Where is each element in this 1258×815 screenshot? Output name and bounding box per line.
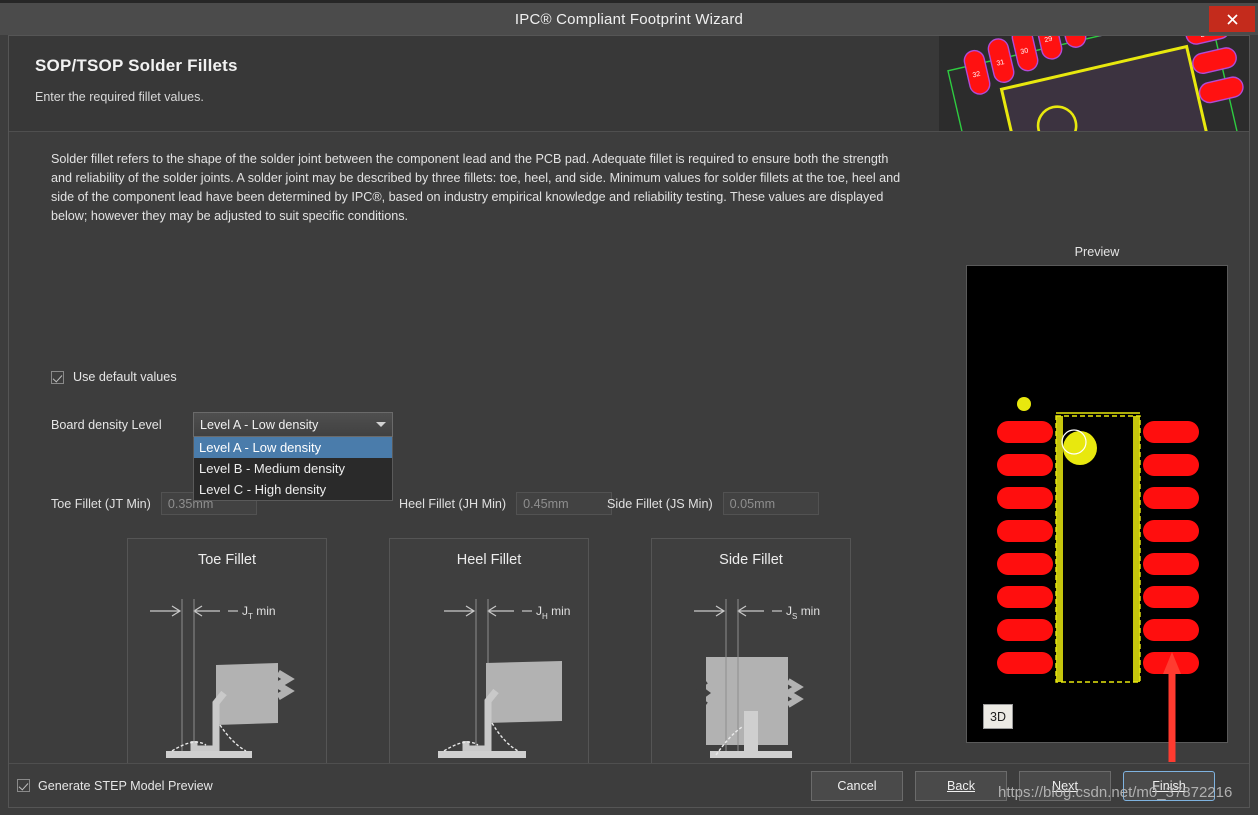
next-button[interactable]: Next	[1019, 770, 1111, 801]
heel-fillet-panel: Heel Fillet JH min	[389, 538, 589, 774]
toe-panel-title: Toe Fillet	[197, 552, 257, 568]
content-area: Solder fillet refers to the shape of the…	[9, 132, 1249, 774]
density-option-a[interactable]: Level A - Low density	[194, 437, 392, 458]
side-fillet-label: Side Fillet (JS Min)	[607, 496, 713, 511]
heel-fillet-input[interactable]	[516, 492, 613, 515]
generate-step-label: Generate STEP Model Preview	[38, 778, 213, 793]
toe-fillet-diagram: JT min	[150, 599, 295, 758]
use-default-values-checkbox[interactable]	[51, 370, 64, 384]
side-fillet-input[interactable]	[722, 492, 819, 515]
dialog-body: SOP/TSOP Solder Fillets Enter the requir…	[8, 35, 1250, 808]
heel-fillet-diagram: JH min	[438, 599, 570, 758]
heel-symbol: JH min	[536, 604, 570, 621]
description-paragraph: Solder fillet refers to the shape of the…	[51, 152, 901, 223]
dialog-footer: Generate STEP Model Preview Cancel Back …	[9, 763, 1249, 807]
preview-label: Preview	[1074, 245, 1120, 259]
use-default-values-label: Use default values	[73, 370, 177, 384]
density-option-c[interactable]: Level C - High density	[194, 479, 392, 500]
board-density-select[interactable]: Level A - Low density	[193, 412, 393, 437]
window-title: IPC® Compliant Footprint Wizard	[514, 10, 744, 28]
side-fillet-field: Side Fillet (JS Min)	[607, 492, 819, 515]
board-density-label: Board density Level	[51, 417, 162, 432]
finish-button[interactable]: Finish	[1123, 770, 1215, 801]
footer-buttons: Cancel Back Next Finish	[811, 770, 1215, 801]
wizard-window: IPC® Compliant Footprint Wizard SOP/TSOP…	[0, 0, 1258, 815]
heel-fillet-label: Heel Fillet (JH Min)	[399, 496, 507, 511]
header-artwork: 32 31 30 29 28 27 26 25 24 1	[939, 36, 1249, 131]
toe-fillet-panel: Toe Fillet JT min	[127, 538, 327, 774]
side-fillet-panel: Side Fillet JS min	[651, 538, 851, 774]
toggle-3d-button[interactable]: 3D	[983, 704, 1013, 729]
header-footprint-illustration: 32 31 30 29 28 27 26 25 24 1	[939, 36, 1249, 131]
heel-fillet-field: Heel Fillet (JH Min)	[399, 492, 613, 515]
next-label: Next	[1052, 778, 1078, 793]
board-density-row: Board density Level Level A - Low densit…	[51, 412, 393, 501]
toe-symbol: JT min	[242, 604, 276, 621]
fillet-annotation-arrow	[1163, 652, 1181, 762]
heel-panel-title: Heel Fillet	[456, 552, 522, 568]
footprint-preview[interactable]: 3D	[966, 265, 1228, 743]
header-text-group: SOP/TSOP Solder Fillets Enter the requir…	[35, 56, 238, 104]
close-icon[interactable]	[1209, 6, 1255, 32]
density-option-b[interactable]: Level B - Medium density	[194, 458, 392, 479]
toe-fillet-label: Toe Fillet (JT Min)	[51, 496, 151, 511]
generate-step-checkbox[interactable]	[17, 779, 30, 792]
finish-label: Finish	[1152, 778, 1186, 793]
close-glyph	[1226, 13, 1238, 25]
back-label: Back	[947, 778, 975, 793]
cancel-button[interactable]: Cancel	[811, 770, 903, 801]
board-density-combo-wrap: Level A - Low density Level A - Low dens…	[193, 412, 393, 501]
chevron-down-icon	[376, 422, 386, 427]
page-subtitle: Enter the required fillet values.	[35, 90, 204, 104]
use-default-values-row[interactable]: Use default values	[51, 370, 177, 384]
back-button[interactable]: Back	[915, 770, 1007, 801]
title-bar: IPC® Compliant Footprint Wizard	[0, 3, 1258, 35]
fillet-diagram-panels: Toe Fillet JT min Heel Fillet JH min Sid…	[127, 538, 851, 774]
side-panel-title: Side Fillet	[719, 552, 783, 568]
side-fillet-diagram: JS min	[693, 599, 820, 758]
header-band: SOP/TSOP Solder Fillets Enter the requir…	[9, 36, 1249, 132]
footprint-preview-canvas	[967, 266, 1227, 742]
generate-step-row[interactable]: Generate STEP Model Preview	[17, 779, 213, 793]
board-density-selected-value: Level A - Low density	[200, 417, 319, 432]
page-title: SOP/TSOP Solder Fillets	[35, 56, 238, 75]
board-density-dropdown-list[interactable]: Level A - Low density Level B - Medium d…	[193, 437, 393, 501]
side-symbol: JS min	[786, 604, 820, 621]
